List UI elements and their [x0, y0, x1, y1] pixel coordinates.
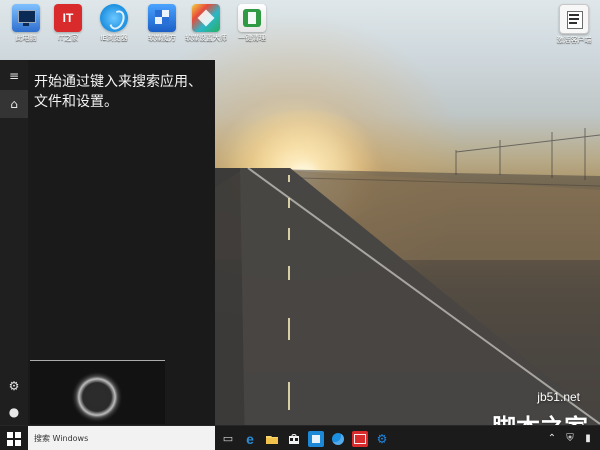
red-app-icon — [354, 433, 366, 444]
task-view-button[interactable]: ▭ — [220, 431, 236, 447]
settings-button[interactable]: ⚙ — [0, 372, 28, 400]
start-rail: ≡ ⌂ ⚙ ● — [0, 60, 28, 425]
app-icon — [312, 434, 320, 443]
browser-icon — [100, 4, 128, 33]
search-panel: 开始通过键入来搜索应用、 文件和设置。 — [28, 60, 215, 425]
user-icon: ● — [8, 405, 20, 419]
ithome-icon: IT — [54, 4, 82, 32]
start-menu: ≡ ⌂ ⚙ ● 开始通过键入来搜索应用、 文件和设置。 — [0, 60, 215, 425]
desktop-icon-ithome[interactable]: IT IT之家 — [42, 4, 94, 44]
tray-shield-button[interactable]: ⛨ — [564, 433, 576, 445]
clean-icon — [238, 4, 266, 32]
cube-icon — [148, 4, 176, 32]
doc-icon — [559, 4, 589, 34]
hamburger-button[interactable]: ≡ — [0, 62, 28, 90]
desktop-icon-label: IT之家 — [57, 34, 79, 42]
start-button[interactable] — [0, 426, 28, 450]
search-prompt-text: 开始通过键入来搜索应用、 文件和设置。 — [34, 74, 202, 110]
desktop-screen: 此电脑 IT IT之家 IE浏览器 软媒魔方 软媒设置大师 一键清理 激活客户端… — [0, 0, 600, 450]
photo-icon — [192, 4, 220, 32]
desktop-icon-one-key[interactable]: 一键清理 — [226, 4, 278, 44]
home-button[interactable]: ⌂ — [0, 90, 28, 118]
tray-chevron-button[interactable]: ⌃ — [546, 433, 558, 445]
file-explorer-button[interactable] — [264, 431, 280, 447]
taskbar-search-box[interactable]: 搜索 Windows — [28, 426, 215, 450]
cortana-ring-icon — [71, 371, 123, 423]
taskbar-apps: ▭ e ⚙ — [220, 426, 390, 450]
app-circle-button[interactable] — [330, 431, 346, 447]
taskbar-search-placeholder: 搜索 Windows — [34, 434, 89, 443]
app-blue-button[interactable] — [308, 430, 324, 447]
menu-icon: ≡ — [8, 69, 20, 83]
chevron-up-icon: ⌃ — [547, 433, 557, 444]
taskbar: 搜索 Windows ▭ e ⚙ ⌃ ⛨ ▮ — [0, 425, 600, 450]
watermark-site: jb51.net — [537, 390, 580, 404]
computer-icon — [12, 4, 40, 32]
edge-button[interactable]: e — [242, 431, 258, 447]
tray-network-button[interactable]: ▮ — [582, 433, 594, 445]
edge-icon: e — [246, 430, 254, 447]
network-icon: ▮ — [585, 433, 591, 444]
task-view-icon: ▭ — [222, 432, 234, 445]
settings-app-icon: ⚙ — [376, 431, 388, 446]
desktop-icon-label: 一键清理 — [238, 34, 266, 42]
app-red-button[interactable] — [352, 430, 368, 447]
system-tray: ⌃ ⛨ ▮ — [430, 426, 600, 450]
desktop-icon-label: 激活客户端 — [556, 36, 592, 44]
gear-icon: ⚙ — [8, 379, 20, 393]
desktop-icon-browser[interactable]: IE浏览器 — [88, 4, 140, 44]
windows-logo-icon — [7, 431, 21, 446]
store-button[interactable] — [286, 431, 302, 447]
circle-app-icon — [332, 432, 344, 445]
cortana-animation — [30, 360, 165, 424]
user-button[interactable]: ● — [0, 398, 28, 426]
store-icon — [289, 433, 299, 444]
desktop-icon-doc[interactable]: 激活客户端 — [548, 4, 600, 44]
home-icon: ⌂ — [10, 97, 18, 111]
desktop-icon-photo[interactable]: 软媒设置大师 — [180, 4, 232, 44]
desktop-icon-label: 软媒设置大师 — [185, 34, 227, 42]
folder-icon — [266, 435, 278, 444]
app-cog-button[interactable]: ⚙ — [374, 431, 390, 447]
shield-icon: ⛨ — [566, 433, 574, 444]
desktop-icon-label: IE浏览器 — [100, 34, 128, 42]
